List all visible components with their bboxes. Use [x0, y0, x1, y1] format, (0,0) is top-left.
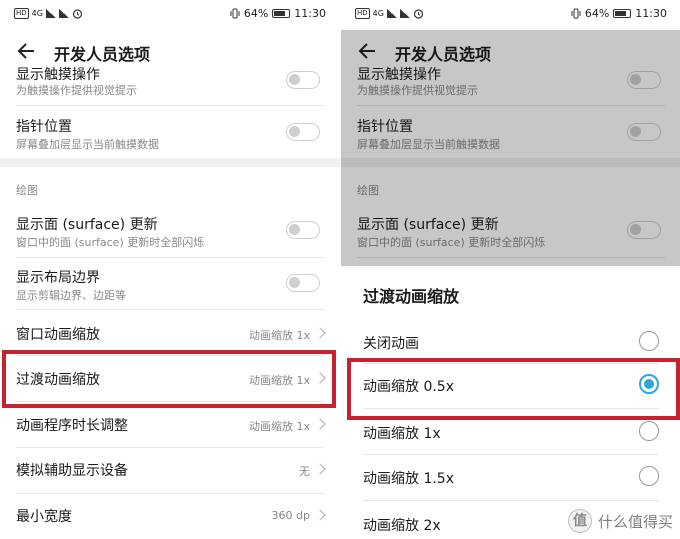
- left-screen: HD 4G 64% 11:30 开发人员选项 显示触摸操作 为触摸操作提供视觉提…: [0, 0, 340, 539]
- radio-button[interactable]: [639, 421, 659, 441]
- signal-icon: [58, 9, 69, 18]
- status-bar: HD 4G 64% 11:30: [0, 0, 340, 30]
- item-subtitle: 屏幕叠加层显示当前触摸数据: [16, 138, 159, 151]
- item-title: 显示面 (surface) 更新: [16, 217, 158, 233]
- network-type-label: 4G: [31, 9, 43, 18]
- chevron-right-icon: [314, 509, 326, 521]
- battery-percent: 64%: [243, 7, 269, 20]
- option-scale-1-5x[interactable]: 动画缩放 1.5x: [341, 455, 680, 499]
- hd-icon: HD: [14, 8, 29, 19]
- option-label: 动画缩放 1x: [363, 426, 441, 442]
- battery-percent: 64%: [584, 7, 610, 20]
- status-bar: HD 4G 64% 11:30: [341, 0, 680, 30]
- battery-icon: [272, 9, 291, 18]
- layout-bounds-item[interactable]: 显示布局边界 显示剪辑边界、边距等: [0, 258, 340, 308]
- window-animation-scale-item[interactable]: 窗口动画缩放 动画缩放 1x: [0, 310, 340, 355]
- option-label: 关闭动画: [363, 336, 419, 352]
- item-value: 无: [299, 465, 310, 478]
- option-animation-off[interactable]: 关闭动画: [341, 322, 680, 362]
- chevron-right-icon: [314, 327, 326, 339]
- chevron-right-icon: [314, 463, 326, 475]
- surface-updates-item[interactable]: 显示面 (surface) 更新 窗口中的面 (surface) 更新时全部闪烁: [0, 206, 340, 256]
- chevron-right-icon: [314, 418, 326, 430]
- item-value: 动画缩放 1x: [248, 329, 310, 342]
- simulate-secondary-display-item[interactable]: 模拟辅助显示设备 无: [0, 448, 340, 493]
- battery-icon: [613, 9, 632, 18]
- back-arrow-icon[interactable]: [14, 38, 40, 64]
- item-subtitle: 显示剪辑边界、边距等: [16, 289, 126, 302]
- section-gap: [0, 158, 340, 167]
- item-title: 显示布局边界: [16, 270, 100, 286]
- clock: 11:30: [635, 7, 667, 20]
- dialog-title: 过渡动画缩放: [363, 287, 460, 306]
- signal-icon: [399, 9, 410, 18]
- watermark-text: 什么值得买: [597, 512, 673, 531]
- item-title: 模拟辅助显示设备: [16, 463, 128, 479]
- radio-button[interactable]: [639, 466, 659, 486]
- item-title: 窗口动画缩放: [16, 327, 100, 343]
- vibrate-icon: [571, 8, 581, 19]
- layout-bounds-toggle[interactable]: [286, 274, 320, 292]
- item-value: 动画缩放 1x: [248, 420, 310, 433]
- dim-overlay[interactable]: [341, 30, 680, 266]
- page-title: 开发人员选项: [54, 45, 151, 64]
- item-title: 最小宽度: [16, 509, 72, 525]
- surface-updates-toggle[interactable]: [286, 221, 320, 239]
- watermark-logo-icon: 值: [567, 509, 592, 533]
- highlight-box: [2, 350, 336, 408]
- network-type-label: 4G: [372, 9, 384, 18]
- highlight-box: [347, 358, 680, 420]
- item-subtitle: 为触摸操作提供视觉提示: [16, 84, 137, 97]
- option-label: 动画缩放 2x: [363, 518, 441, 534]
- item-subtitle: 窗口中的面 (surface) 更新时全部闪烁: [16, 236, 205, 249]
- alarm-icon: [413, 9, 424, 19]
- alarm-icon: [72, 9, 83, 19]
- item-title: 指针位置: [16, 119, 72, 135]
- hd-icon: HD: [355, 8, 370, 19]
- right-screen: HD 4G 64% 11:30 显示触摸操作 为触摸操作提供视觉提示 开发人员选…: [341, 0, 680, 539]
- smallest-width-item[interactable]: 最小宽度 360 dp: [0, 494, 340, 539]
- watermark: 值 什么值得买: [567, 509, 673, 533]
- section-header-drawing: 绘图: [16, 184, 38, 197]
- signal-icon: [386, 9, 397, 18]
- app-header-overlay: 开发人员选项: [0, 30, 340, 74]
- signal-icon: [45, 9, 56, 18]
- radio-button[interactable]: [639, 331, 659, 351]
- vibrate-icon: [230, 8, 240, 19]
- pointer-location-item[interactable]: 指针位置 屏幕叠加层显示当前触摸数据: [0, 106, 340, 156]
- item-title: 动画程序时长调整: [16, 418, 128, 434]
- pointer-location-toggle[interactable]: [286, 123, 320, 141]
- item-value: 360 dp: [271, 509, 310, 522]
- clock: 11:30: [294, 7, 326, 20]
- option-label: 动画缩放 1.5x: [363, 471, 454, 487]
- animator-duration-scale-item[interactable]: 动画程序时长调整 动画缩放 1x: [0, 402, 340, 447]
